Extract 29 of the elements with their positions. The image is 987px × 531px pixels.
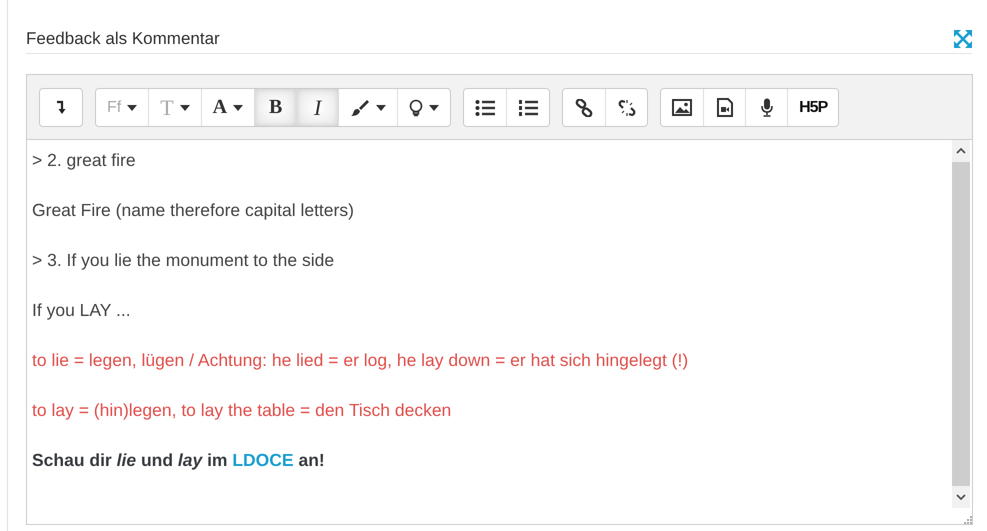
- scroll-down-icon: [956, 493, 966, 501]
- video-file-icon: [716, 98, 733, 117]
- unlink-button[interactable]: [605, 89, 648, 126]
- microphone-icon: [760, 98, 774, 117]
- scroll-up-icon: [956, 147, 966, 155]
- paragraph: to lay = (hin)legen, to lay the table = den Tisch decken: [32, 399, 452, 422]
- paragraph: to lie = legen, lügen / Achtung: he lied = er log, he lay down = er hat sich hingelegt (!): [32, 349, 690, 372]
- paragraph: > 3. If you lie the monument to the side: [32, 249, 336, 272]
- numbered-list-button[interactable]: [506, 89, 550, 126]
- text-style-button[interactable]: B: [254, 89, 296, 126]
- paragraph: Great Fire (name therefore capital letters): [32, 199, 355, 222]
- section-title: Feedback als Kommentar: [26, 29, 220, 49]
- paragraph: Schau dir lie und lay im LDOCE an!: [32, 449, 326, 472]
- expand-icon[interactable]: [954, 30, 972, 48]
- bullet-list-icon: [475, 98, 496, 116]
- insert-button[interactable]: [40, 89, 82, 126]
- paintbrush-icon: [350, 98, 370, 116]
- resize-grip-icon: [964, 516, 972, 524]
- paragraph: > 2. great fire: [32, 149, 137, 172]
- h5p-button[interactable]: H5P: [787, 89, 838, 126]
- link-icon: [575, 98, 594, 116]
- numbered-list-icon: [518, 98, 538, 116]
- paragraph: If you LAY ...: [32, 299, 132, 322]
- return-arrow-icon: [55, 100, 67, 115]
- unlink-icon: [618, 98, 636, 116]
- image-icon: [672, 99, 692, 116]
- italic-button[interactable]: I: [296, 89, 338, 126]
- highlight-button[interactable]: [397, 89, 450, 126]
- lightbulb-icon: [409, 98, 424, 116]
